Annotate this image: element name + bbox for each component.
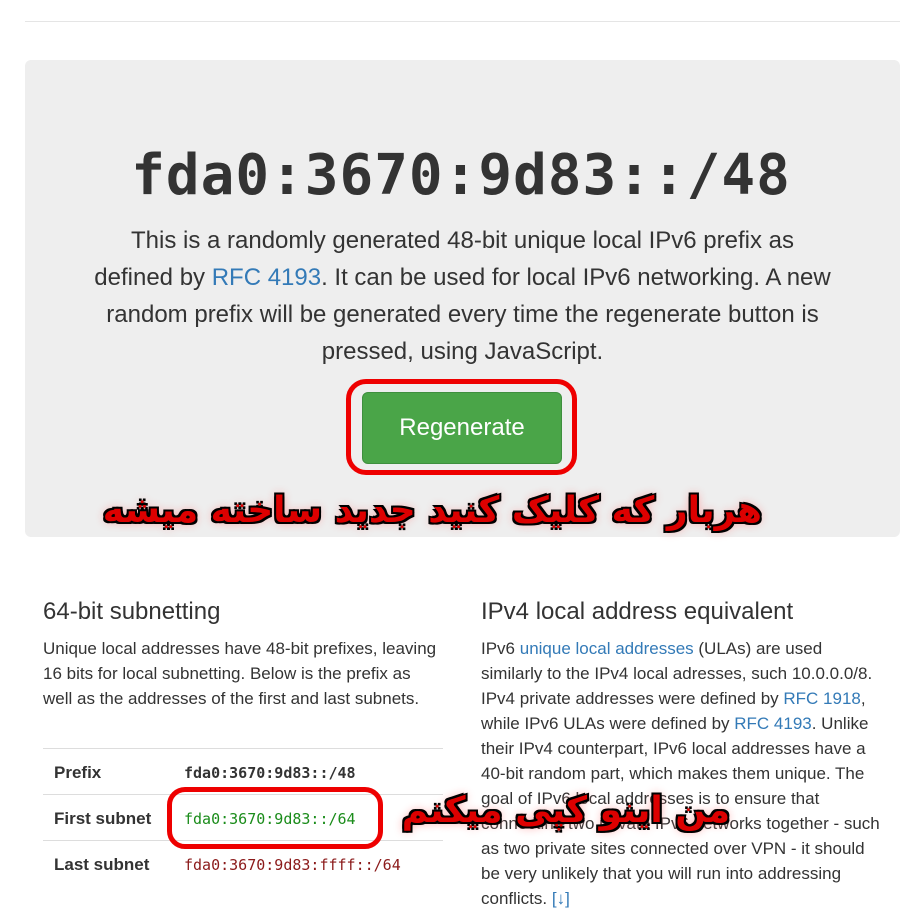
- first-subnet-highlight-ring: [167, 787, 383, 849]
- prefix-value: fda0:3670:9d83::/48: [184, 764, 356, 782]
- subnetting-heading: 64-bit subnetting: [43, 598, 221, 625]
- regenerate-annotation: هربار که کلیک کنید جدید ساخته میشه: [102, 490, 762, 531]
- first-subnet-label: First subnet: [54, 809, 152, 828]
- ipv4-description: IPv6 unique local addresses (ULAs) are u…: [481, 636, 881, 911]
- hero-description: This is a randomly generated 48-bit uniq…: [90, 222, 835, 370]
- last-subnet-value: fda0:3670:9d83:ffff::/64: [184, 856, 401, 874]
- ipv4-heading: IPv4 local address equivalent: [481, 598, 794, 625]
- top-divider: [25, 21, 900, 22]
- last-subnet-label: Last subnet: [54, 855, 150, 874]
- generated-prefix: fda0:3670:9d83::/48: [131, 143, 791, 208]
- subnetting-description: Unique local addresses have 48-bit prefi…: [43, 639, 437, 708]
- rfc1918-link[interactable]: RFC 1918: [783, 689, 860, 708]
- prefix-label: Prefix: [54, 763, 102, 782]
- rfc4193-link[interactable]: RFC 4193: [212, 264, 321, 291]
- copy-annotation: من اینو کپی میکنم: [401, 790, 730, 831]
- rfc4193-link-2[interactable]: RFC 4193: [734, 714, 811, 733]
- unique-local-addresses-link[interactable]: unique local addresses: [520, 639, 694, 658]
- ipv4-text-1: IPv6: [481, 639, 520, 658]
- footnote-link[interactable]: [↓]: [552, 889, 570, 908]
- regenerate-button[interactable]: Regenerate: [362, 392, 562, 464]
